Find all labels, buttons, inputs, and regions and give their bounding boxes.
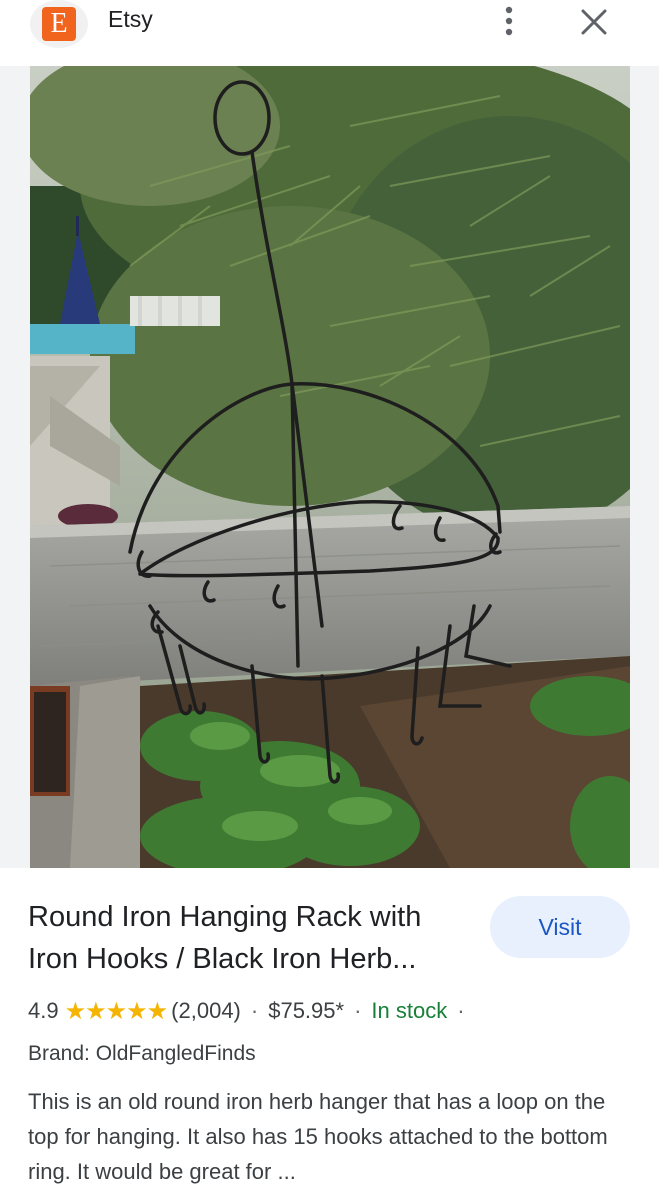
rating-value: 4.9	[28, 998, 59, 1023]
more-vert-icon[interactable]	[494, 2, 524, 38]
product-meta: 4.9 ★★★★★ (2,004) · $75.95* · In stock ·	[28, 996, 475, 1026]
stock-status: In stock	[371, 998, 448, 1023]
product-description: This is an old round iron herb hanger th…	[28, 1089, 608, 1184]
review-count: (2,004)	[171, 998, 241, 1023]
separator-dot: ·	[457, 998, 465, 1023]
product-title[interactable]: Round Iron Hanging Rack with Iron Hooks …	[28, 896, 468, 980]
visit-button[interactable]: Visit	[490, 896, 630, 958]
site-name: Etsy	[108, 6, 153, 32]
separator-dot: ·	[250, 998, 259, 1023]
etsy-logo: E	[30, 0, 88, 48]
image-area	[0, 66, 659, 868]
product-photo	[30, 66, 630, 868]
etsy-logo-letter: E	[42, 7, 76, 41]
product-image[interactable]	[30, 66, 630, 868]
price: $75.95*	[268, 998, 345, 1023]
close-icon[interactable]	[576, 4, 612, 40]
brand-label: Brand: OldFangledFinds	[28, 1042, 256, 1065]
top-bar: E Etsy	[0, 0, 659, 66]
star-rating-icon: ★★★★★	[64, 997, 169, 1025]
separator-dot: ·	[354, 998, 362, 1023]
